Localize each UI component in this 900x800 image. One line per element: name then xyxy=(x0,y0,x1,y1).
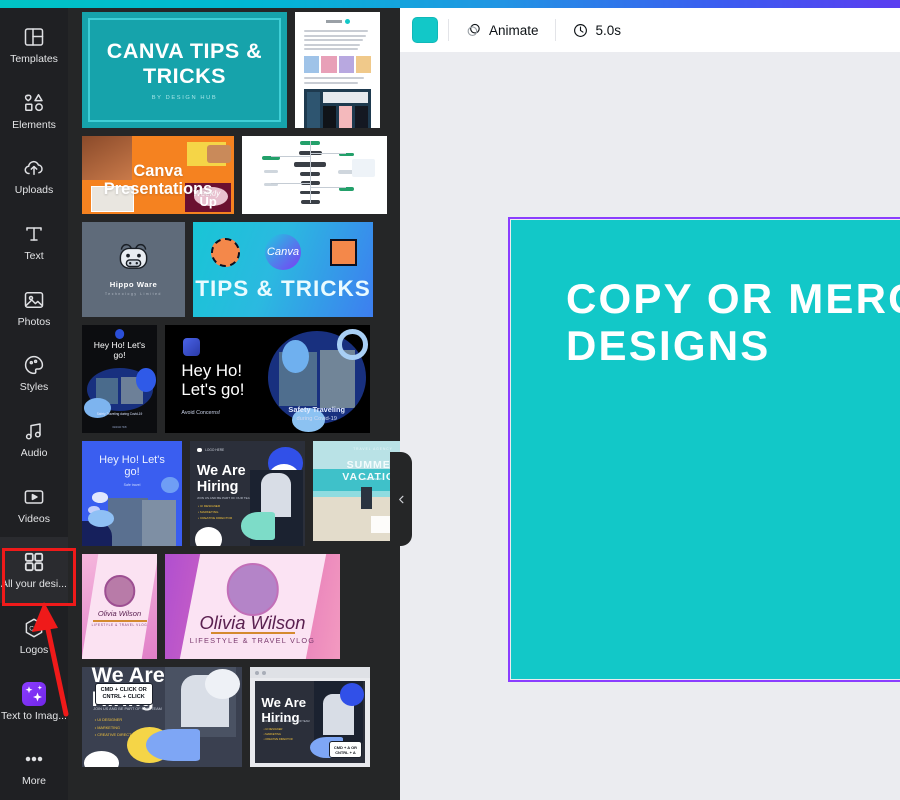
design-row: Hippo WareTechnology LimitedHippo WareCa… xyxy=(82,222,388,317)
page-selection-border xyxy=(508,217,900,682)
logos-icon: CO xyxy=(22,616,46,640)
design-row: Hey Ho! Let'sgo!Safe travelHey Ho! Let's… xyxy=(82,441,400,546)
design-thumbnail-olivia-wilson-wide[interactable]: Olivia WilsonLIFESTYLE & TRAVEL VLOGOliv… xyxy=(165,554,340,659)
text-to-image-tile xyxy=(22,681,46,706)
animate-button[interactable]: Animate xyxy=(459,15,545,45)
duration-button[interactable]: 5.0s xyxy=(566,15,628,45)
sidebar-item-videos[interactable]: Videos xyxy=(0,472,68,538)
panel-collapse-handle[interactable] xyxy=(390,452,412,546)
photos-icon xyxy=(22,288,46,312)
svg-text:CO: CO xyxy=(29,625,39,632)
sidebar-item-styles[interactable]: Styles xyxy=(0,340,68,406)
text-to-image-icon xyxy=(22,681,46,706)
grid-icon xyxy=(22,550,46,574)
design-thumbnail-tips-and-tricks-gradient[interactable]: CanvaTIPS & TRICKSTIPS & TRICKS xyxy=(193,222,373,317)
sidebar-item-label: Text to Imag... xyxy=(1,710,67,722)
design-thumbnail-hey-ho-blue-post[interactable]: Hey Ho! Let'sgo!Safe travelHey Ho! Let's… xyxy=(82,441,182,546)
design-thumbnail-we-are-hiring-dark[interactable]: LOGO HERE We Are Hiring JOIN US AND BE PART… xyxy=(190,441,305,546)
sidebar-item-label: Audio xyxy=(20,447,48,459)
animate-icon xyxy=(467,23,480,36)
sidebar-item-label: Uploads xyxy=(14,185,54,197)
design-thumbnail-canva-tips-tricks-teal[interactable]: CANVA TIPS &TRICKSBY DESIGN HUBCANVA TIP… xyxy=(82,12,287,128)
sidebar-item-label: Elements xyxy=(12,119,56,131)
design-thumbnail-summer-vacation-beach[interactable]: TRAVEL AGENCYSUMMERVACATIONBOOK NOWSUMME… xyxy=(313,441,400,541)
sidebar-item-text-to-imag[interactable]: Text to Imag... xyxy=(0,669,68,735)
templates-icon xyxy=(22,25,46,49)
design-thumbnail-olivia-wilson-story[interactable]: Olivia WilsonLIFESTYLE & TRAVEL VLOGOliv… xyxy=(82,554,157,659)
sidebar-item-label: All your desi... xyxy=(1,579,67,591)
sidebar-item-label: Videos xyxy=(18,513,50,525)
toolbar-divider xyxy=(448,19,449,41)
design-thumbnail-hippo-ware-logo[interactable]: Hippo WareTechnology LimitedHippo Ware xyxy=(82,222,185,317)
clock-icon xyxy=(573,23,587,37)
toolbar-divider-2 xyxy=(554,19,556,41)
elements-icon xyxy=(22,91,46,115)
design-thumbnail-we-are-hiring-cmd-click[interactable]: We AreHiringCMD + CLICK ORCNTRL + CLICKJ… xyxy=(82,667,242,767)
sidebar-item-templates[interactable]: Templates xyxy=(0,12,68,78)
chevron-left-icon xyxy=(398,495,403,503)
left-sidebar: Templates Elements Uploads Text Photos Styles… xyxy=(0,8,68,800)
design-toolbar: Animate 5.0s xyxy=(400,8,900,52)
audio-icon xyxy=(22,419,46,443)
sidebar-item-uploads[interactable]: Uploads xyxy=(0,143,68,209)
sidebar-item-photos[interactable]: Photos xyxy=(0,275,68,341)
sidebar-item-more[interactable]: More xyxy=(0,734,68,800)
canvas-page-wrapper[interactable]: COPY OR MERGE DESIGNS xyxy=(508,217,900,682)
design-row: Hey Ho! Let's go! Safety Traveling during … xyxy=(82,325,388,433)
sidebar-item-text[interactable]: Text xyxy=(0,209,68,275)
design-thumbnail-white-document[interactable] xyxy=(295,12,380,128)
sidebar-item-audio[interactable]: Audio xyxy=(0,406,68,472)
design-thumbnail-hey-ho-lets-go-story[interactable]: Hey Ho! Let's go! Safety Traveling during … xyxy=(82,325,157,433)
canva-editor-window: Templates Elements Uploads Text Photos Styles… xyxy=(0,0,900,800)
all-your-designs-panel[interactable]: CANVA TIPS &TRICKSBY DESIGN HUBCANVA TIP… xyxy=(68,8,400,800)
sidebar-item-label: Styles xyxy=(19,382,49,394)
design-thumbnail-mind-map-white[interactable] xyxy=(242,136,387,214)
styles-icon xyxy=(22,353,46,377)
sidebar-item-all-your-desi[interactable]: All your desi... xyxy=(0,537,68,604)
sidebar-item-elements[interactable]: Elements xyxy=(0,78,68,144)
sidebar-item-label: Photos xyxy=(17,316,51,328)
design-row: WeeklyUpCanvaPresentationsCanva Presenta… xyxy=(82,136,388,214)
top-gradient-strip xyxy=(0,0,900,8)
editor-area: Animate 5.0s COPY OR MERGE DESIGNS xyxy=(400,8,900,800)
design-thumbnail-list: CANVA TIPS &TRICKSBY DESIGN HUBCANVA TIP… xyxy=(68,8,400,785)
sidebar-item-logos[interactable]: CO Logos xyxy=(0,603,68,669)
animate-label: Animate xyxy=(489,22,539,38)
text-icon xyxy=(22,222,46,246)
videos-icon xyxy=(22,485,46,509)
more-icon xyxy=(22,747,46,771)
design-thumbnail-we-are-hiring-cmd-a[interactable]: We Are Hiring JOIN US AND BE PART OF OUR T… xyxy=(250,667,370,767)
fill-color-swatch[interactable] xyxy=(412,17,438,43)
sidebar-item-label: Text xyxy=(24,250,44,262)
design-row: CANVA TIPS &TRICKSBY DESIGN HUBCANVA TIP… xyxy=(82,12,388,128)
design-row: Olivia Wilson LIFESTYLE & TRAVEL VLOG Oliv… xyxy=(82,554,388,659)
design-thumbnail-hey-ho-lets-go-wide[interactable]: Hey Ho! Let's go! Avoid Concerns! Safety Tr… xyxy=(165,325,370,433)
sidebar-item-label: Logos xyxy=(19,644,49,656)
duration-label: 5.0s xyxy=(595,22,622,38)
sidebar-item-label: Templates xyxy=(10,53,58,65)
design-row: We AreHiringCMD + CLICK ORCNTRL + CLICKJ… xyxy=(82,667,388,767)
uploads-icon xyxy=(22,156,46,180)
design-thumbnail-canva-presentations-orange[interactable]: WeeklyUpCanvaPresentationsCanva Presenta… xyxy=(82,136,234,214)
sidebar-item-label: More xyxy=(22,776,46,788)
